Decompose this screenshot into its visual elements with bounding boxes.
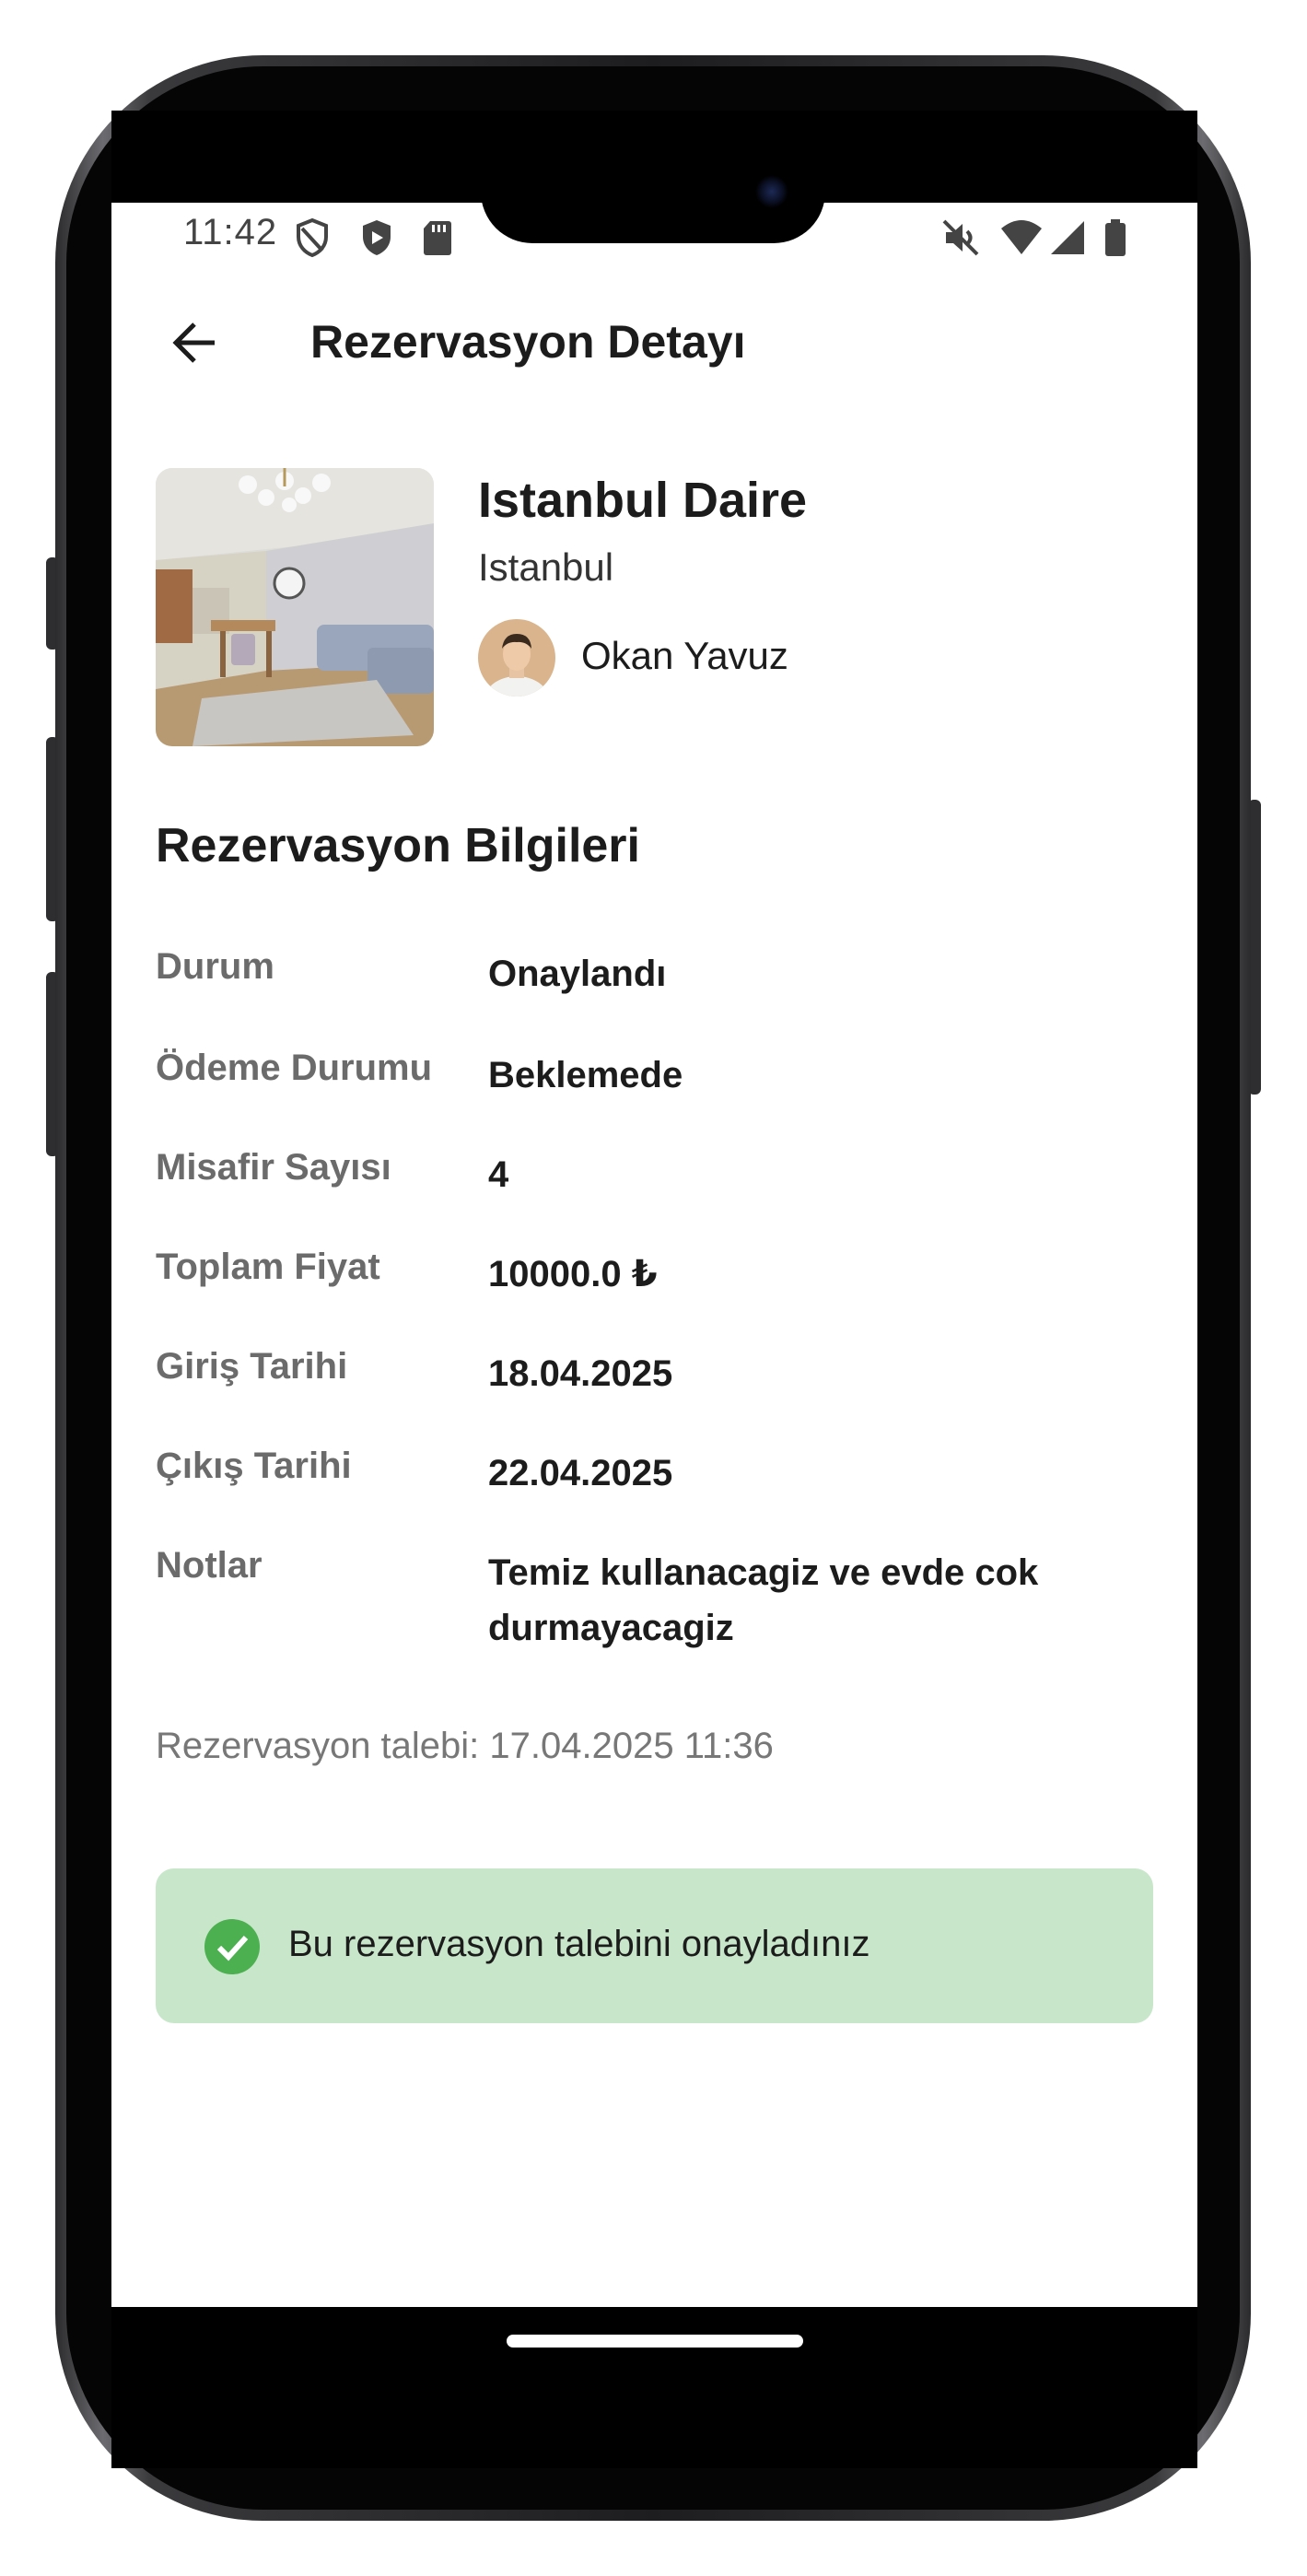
system-navigation-bar — [111, 2307, 1197, 2468]
arrow-left-icon — [172, 322, 215, 363]
listing-photo[interactable] — [156, 468, 434, 746]
info-label: Misafir Sayısı — [156, 1147, 391, 1188]
info-value: 10000.0 ₺ — [488, 1254, 658, 1294]
info-label: Durum — [156, 946, 274, 987]
listing-title: Istanbul Daire — [478, 473, 808, 528]
app-screen: 11:42 Rezervasyon Detayı Istanbul Daire … — [111, 203, 1197, 2307]
info-value: Beklemede — [488, 1055, 683, 1095]
vpn-key-icon — [297, 217, 328, 258]
confirmation-text: Bu rezervasyon talebini onayladınız — [288, 1924, 870, 1964]
check-circle-icon — [204, 1919, 260, 1974]
info-label: Giriş Tarihi — [156, 1346, 348, 1387]
mute-icon — [942, 219, 979, 256]
listing-city: Istanbul — [478, 545, 614, 589]
back-button[interactable] — [156, 304, 233, 381]
device-mockup: 11:42 Rezervasyon Detayı Istanbul Daire … — [0, 0, 1307, 2576]
front-camera — [755, 175, 788, 208]
info-label: Çıkış Tarihi — [156, 1446, 352, 1486]
confirmation-banner: Bu rezervasyon talebini onayladınız — [156, 1868, 1153, 2023]
battery-icon — [1105, 219, 1126, 256]
info-value: Temiz kullanacagiz ve evde cok durmayaca… — [488, 1552, 1039, 1648]
info-label: Ödeme Durumu — [156, 1048, 433, 1088]
request-timestamp: Rezervasyon talebi: 17.04.2025 11:36 — [156, 1726, 774, 1766]
info-value: 22.04.2025 — [488, 1453, 673, 1493]
signal-icon — [1051, 221, 1084, 254]
info-value: Onaylandı — [488, 954, 667, 994]
info-value: 4 — [488, 1154, 509, 1195]
page-title: Rezervasyon Detayı — [310, 316, 746, 368]
status-time: 11:42 — [183, 212, 278, 252]
listing-thumbnail — [156, 468, 434, 746]
sd-card-icon — [424, 221, 451, 255]
info-label: Toplam Fiyat — [156, 1247, 380, 1287]
wifi-icon — [1001, 220, 1042, 254]
host-avatar[interactable] — [478, 619, 555, 697]
section-title: Rezervasyon Bilgileri — [156, 819, 640, 872]
home-indicator[interactable] — [507, 2335, 803, 2348]
avatar — [478, 619, 555, 697]
info-label: Notlar — [156, 1545, 263, 1586]
shield-icon — [363, 220, 391, 255]
info-value: 18.04.2025 — [488, 1353, 673, 1394]
host-name: Okan Yavuz — [581, 634, 788, 677]
